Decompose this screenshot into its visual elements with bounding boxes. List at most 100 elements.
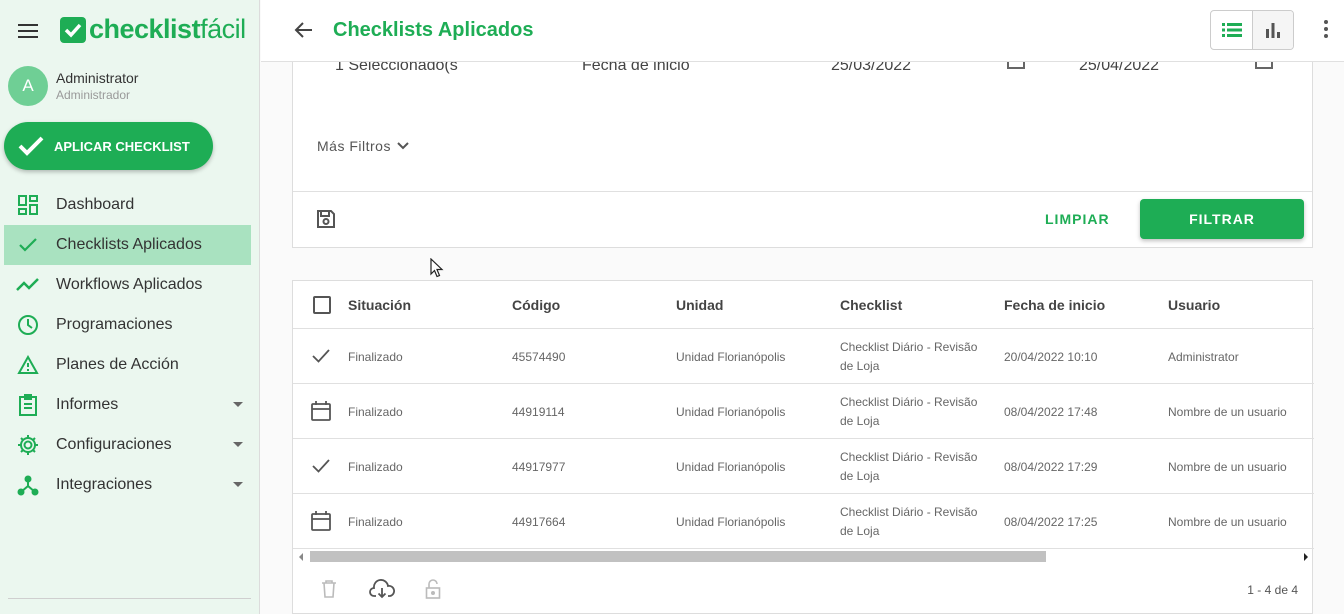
sidebar-nav: Dashboard Checklists Aplicados Workflows… (4, 185, 251, 505)
cell-checklist: Checklist Diário - Revisão de Loja (840, 505, 978, 538)
cell-usuario: Administrator (1168, 350, 1239, 364)
select-all-checkbox[interactable] (313, 296, 331, 314)
cell-usuario: Nombre de un usuario (1168, 515, 1287, 529)
column-header-usuario[interactable]: Usuario (1168, 297, 1220, 313)
calendar-icon (310, 400, 332, 425)
cell-fecha: 08/04/2022 17:29 (1004, 460, 1098, 474)
calendar-icon[interactable] (1007, 61, 1025, 69)
cell-usuario: Nombre de un usuario (1168, 405, 1287, 419)
column-header-fecha[interactable]: Fecha de inicio (1004, 297, 1105, 313)
trending-icon (16, 273, 40, 297)
back-arrow-icon[interactable] (294, 20, 314, 45)
cell-usuario: Nombre de un usuario (1168, 460, 1287, 474)
cell-checklist: Checklist Diário - Revisão de Loja (840, 340, 978, 373)
more-filters-button[interactable]: Más Filtros (317, 138, 409, 154)
check-icon (16, 233, 40, 257)
page-title: Checklists Aplicados (333, 19, 534, 41)
column-header-situacion[interactable]: Situación (348, 297, 411, 313)
cell-unidad: Unidad Florianópolis (676, 460, 786, 474)
cell-codigo: 44917664 (512, 515, 566, 529)
integration-icon (16, 473, 40, 497)
sidebar-item-workflows[interactable]: Workflows Aplicados (4, 265, 251, 305)
trash-icon[interactable] (321, 579, 337, 604)
bar-chart-icon (1266, 23, 1280, 38)
sidebar-item-checklists-aplicados[interactable]: Checklists Aplicados (4, 225, 251, 265)
table-footer: 1 - 4 de 4 (293, 571, 1314, 614)
gear-icon (16, 433, 40, 457)
table-row[interactable]: Finalizado 44917977 Unidad Florianópolis… (293, 439, 1314, 494)
mouse-cursor-icon (430, 257, 444, 283)
warning-icon (16, 353, 40, 377)
column-header-checklist[interactable]: Checklist (840, 297, 902, 313)
lock-open-icon[interactable] (425, 579, 441, 604)
user-profile[interactable]: A Administrator Administrador (8, 66, 138, 106)
cell-checklist: Checklist Diário - Revisão de Loja (840, 450, 978, 483)
cell-fecha: 20/04/2022 10:10 (1004, 350, 1098, 364)
chevron-down-icon (233, 442, 243, 447)
horizontal-scrollbar[interactable] (293, 549, 1314, 565)
divider (8, 598, 251, 599)
sidebar-item-programaciones[interactable]: Programaciones (4, 305, 251, 345)
clear-button[interactable]: LIMPIAR (1045, 211, 1110, 227)
logo: checklistfácil (60, 14, 246, 45)
cloud-download-icon[interactable] (369, 579, 395, 604)
clock-icon (16, 313, 40, 337)
check-icon (18, 136, 44, 156)
column-header-codigo[interactable]: Código (512, 297, 560, 313)
scrollbar-thumb[interactable] (310, 551, 1046, 562)
user-name: Administrator (56, 70, 139, 86)
more-options-icon[interactable] (1324, 20, 1328, 41)
chevron-down-icon (233, 402, 243, 407)
avatar: A (8, 66, 48, 106)
table-header: Situación Código Unidad Checklist Fecha … (293, 281, 1314, 329)
cell-situacion: Finalizado (348, 350, 403, 364)
calendar-icon[interactable] (1255, 61, 1273, 69)
apply-checklist-button[interactable]: APLICAR CHECKLIST (4, 122, 213, 170)
column-header-unidad[interactable]: Unidad (676, 297, 723, 313)
cell-fecha: 08/04/2022 17:25 (1004, 515, 1098, 529)
divider (293, 191, 1312, 192)
check-icon (310, 455, 332, 480)
sidebar-item-integraciones[interactable]: Integraciones (4, 465, 251, 505)
list-view-button[interactable] (1211, 11, 1252, 49)
cell-unidad: Unidad Florianópolis (676, 515, 786, 529)
check-icon (310, 345, 332, 370)
sidebar-item-configuraciones[interactable]: Configuraciones (4, 425, 251, 465)
calendar-icon (310, 510, 332, 535)
filter-button[interactable]: FILTRAR (1140, 199, 1304, 239)
cell-codigo: 44919114 (512, 405, 565, 419)
table-row[interactable]: Finalizado 44917664 Unidad Florianópolis… (293, 494, 1314, 549)
chevron-down-icon (397, 142, 409, 150)
table-row[interactable]: Finalizado 45574490 Unidad Florianópolis… (293, 329, 1314, 384)
clipboard-icon (16, 393, 40, 417)
chart-view-button[interactable] (1252, 11, 1293, 49)
cell-situacion: Finalizado (348, 460, 403, 474)
filter-panel: 1 Seleccionado(s Fecha de inicio 25/03/2… (292, 40, 1313, 248)
cell-codigo: 44917977 (512, 460, 566, 474)
menu-icon[interactable] (18, 24, 38, 40)
sidebar-item-informes[interactable]: Informes (4, 385, 251, 425)
logo-text: checklistfácil (89, 14, 246, 44)
cell-codigo: 45574490 (512, 350, 566, 364)
scroll-left-icon[interactable] (299, 553, 303, 561)
sidebar-item-planes-accion[interactable]: Planes de Acción (4, 345, 251, 385)
user-role: Administrador (56, 88, 131, 102)
top-header: Checklists Aplicados (261, 0, 1344, 62)
cell-situacion: Finalizado (348, 405, 403, 419)
cell-checklist: Checklist Diário - Revisão de Loja (840, 395, 978, 428)
dashboard-icon (16, 193, 40, 217)
cell-fecha: 08/04/2022 17:48 (1004, 405, 1098, 419)
list-icon (1221, 23, 1242, 37)
cell-unidad: Unidad Florianópolis (676, 405, 786, 419)
table-row[interactable]: Finalizado 44919114 Unidad Florianópolis… (293, 384, 1314, 439)
sidebar-item-dashboard[interactable]: Dashboard (4, 185, 251, 225)
save-icon[interactable] (316, 209, 336, 234)
cell-situacion: Finalizado (348, 515, 403, 529)
logo-check-icon (60, 16, 86, 43)
sidebar: checklistfácil A Administrator Administr… (0, 0, 260, 614)
results-table: Situación Código Unidad Checklist Fecha … (292, 280, 1314, 614)
view-toggle (1210, 10, 1294, 50)
scroll-right-icon[interactable] (1304, 553, 1308, 561)
pagination-info: 1 - 4 de 4 (1247, 583, 1298, 597)
cell-unidad: Unidad Florianópolis (676, 350, 786, 364)
